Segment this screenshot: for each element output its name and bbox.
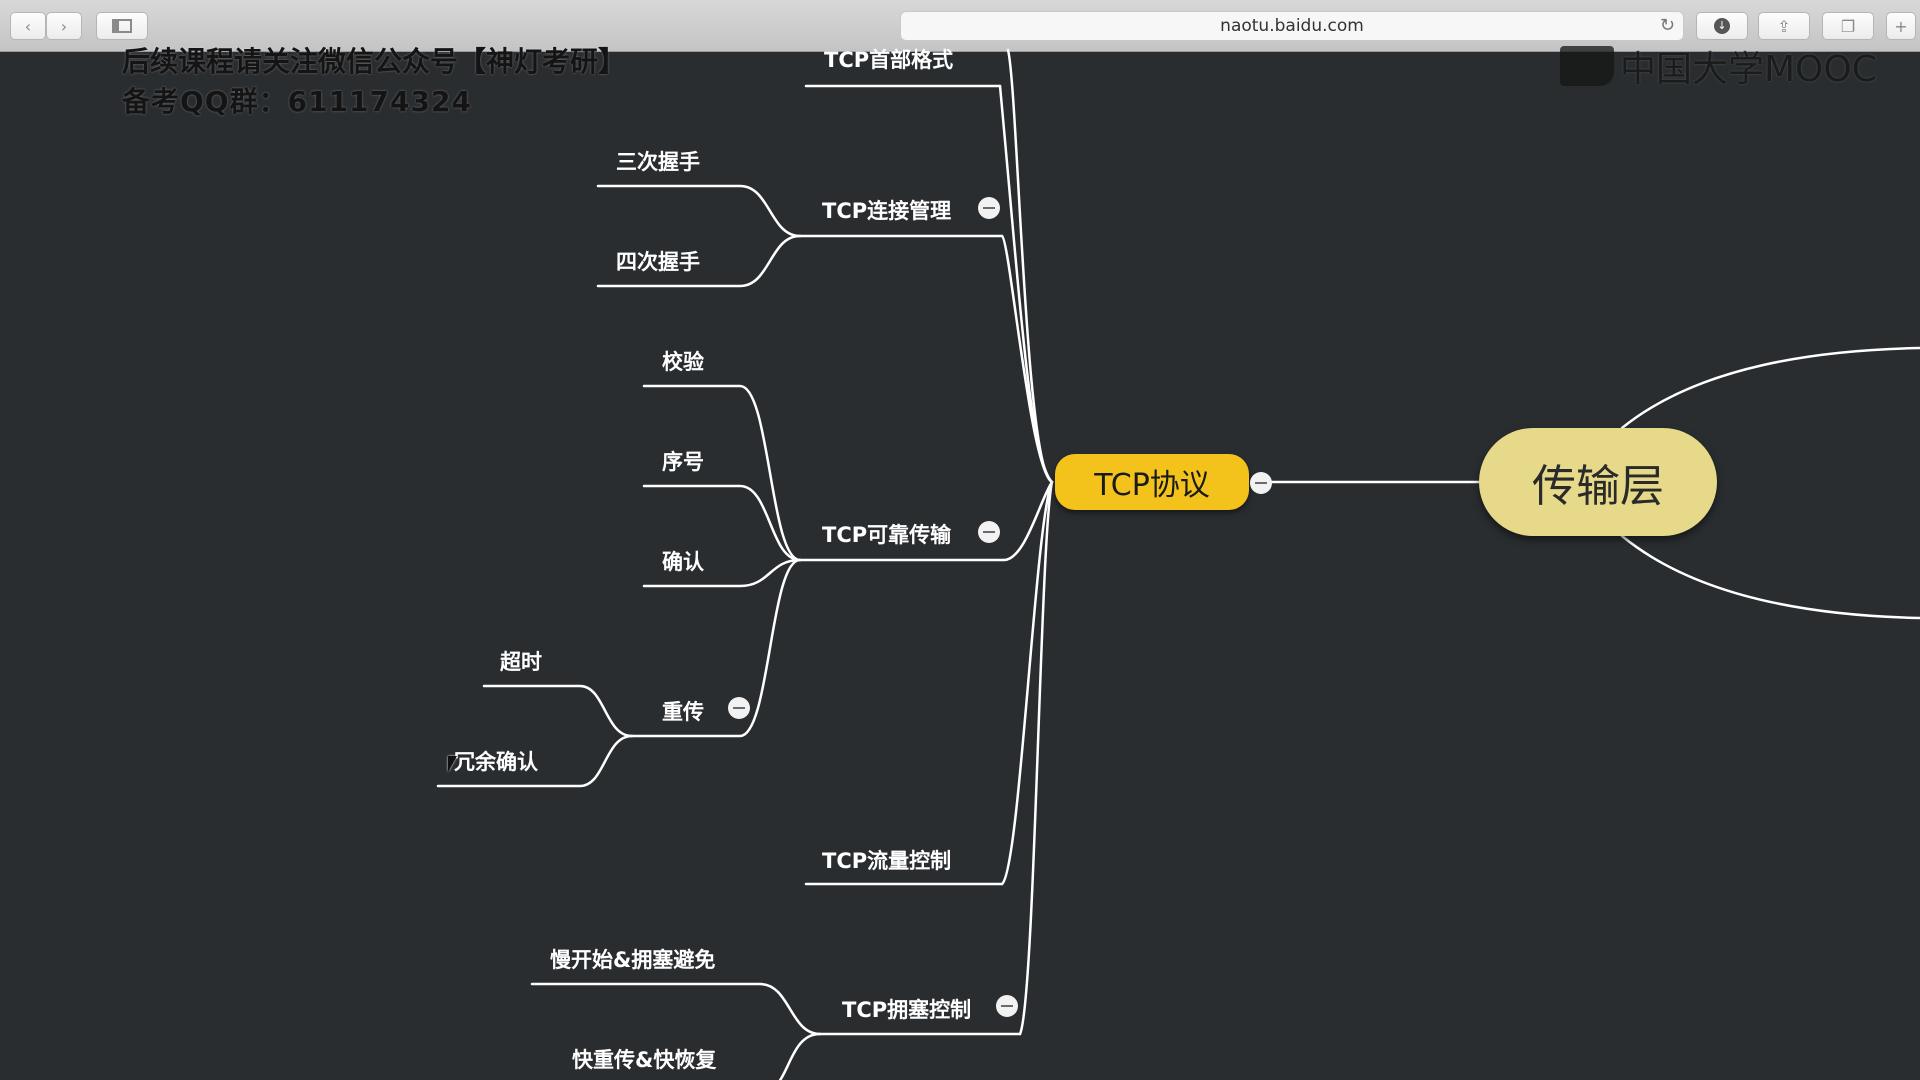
collapse-retransmit-button[interactable] xyxy=(728,697,750,719)
edge-cong-slow xyxy=(530,982,822,1036)
edge-re-timeout xyxy=(482,684,634,738)
node-reliable[interactable]: TCP可靠传输 xyxy=(822,519,951,549)
node-three-way-handshake[interactable]: 三次握手 xyxy=(616,146,700,176)
node-tcp[interactable]: TCP协议 xyxy=(1055,454,1249,510)
mindmap-edges xyxy=(436,48,1920,1080)
edge-root-upper xyxy=(1620,346,1920,430)
watermark-wechat: 后续课程请关注微信公众号【神灯考研】 xyxy=(122,45,627,78)
node-connection[interactable]: TCP连接管理 xyxy=(822,195,951,225)
node-checksum[interactable]: 校验 xyxy=(662,346,704,376)
edge-tcp-header xyxy=(1006,48,1054,484)
node-retransmit[interactable]: 重传 xyxy=(662,696,704,726)
collapse-tcp-button[interactable] xyxy=(1250,472,1272,494)
edge-tcp-congestion xyxy=(1018,480,1054,1036)
mooc-logo-text: 中国大学MOOC xyxy=(1620,49,1877,90)
node-header-format[interactable]: TCP首部格式 xyxy=(824,44,953,74)
edge-root-lower xyxy=(1620,534,1920,620)
node-timeout[interactable]: 超时 xyxy=(500,646,542,676)
mooc-logo-icon xyxy=(1560,46,1614,86)
node-congestion[interactable]: TCP拥塞控制 xyxy=(842,994,971,1024)
collapse-connection-button[interactable] xyxy=(978,197,1000,219)
node-slow-start[interactable]: 慢开始&拥塞避免 xyxy=(550,944,715,974)
node-duplicate-ack[interactable]: 冗余确认 xyxy=(454,746,538,776)
node-acknowledge[interactable]: 确认 xyxy=(662,546,704,576)
watermark-qq-group: 备考QQ群：611174324 xyxy=(122,85,472,118)
node-fast-retransmit[interactable]: 快重传&快恢复 xyxy=(572,1044,716,1074)
node-flow[interactable]: TCP流量控制 xyxy=(822,845,951,875)
edge-cong-fast xyxy=(778,1032,822,1080)
collapse-reliable-button[interactable] xyxy=(978,521,1000,543)
node-root[interactable]: 传输层 xyxy=(1479,428,1717,536)
edge-tcp-header-curve xyxy=(998,84,1054,484)
edge-tcp-connection xyxy=(1000,234,1054,484)
node-four-way-handshake[interactable]: 四次握手 xyxy=(616,246,700,276)
collapse-congestion-button[interactable] xyxy=(996,995,1018,1017)
mouse-cursor-icon xyxy=(448,756,457,772)
edge-tcp-flow xyxy=(1000,480,1054,886)
mooc-logo: 中国大学MOOC xyxy=(1560,44,1877,90)
edge-conn-three xyxy=(596,184,802,238)
node-sequence[interactable]: 序号 xyxy=(662,446,704,476)
